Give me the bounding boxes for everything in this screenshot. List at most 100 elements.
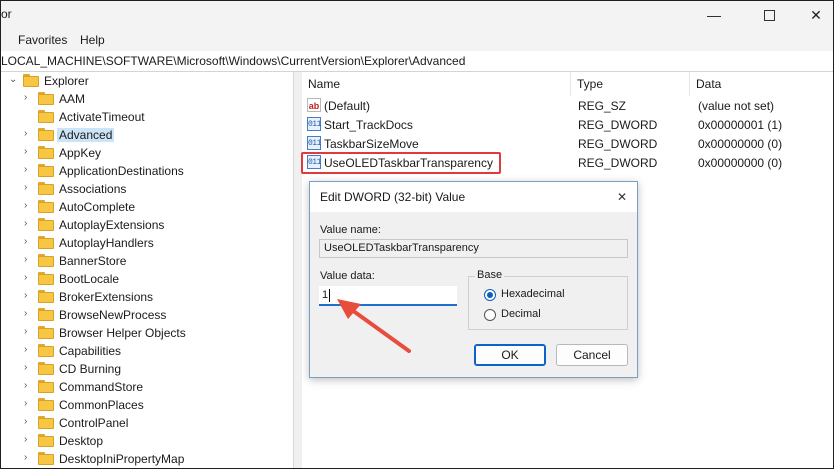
annotation-arrow-icon: [337, 299, 411, 353]
address-bar[interactable]: LOCAL_MACHINE\SOFTWARE\Microsoft\Windows…: [1, 51, 833, 72]
chevron-right-icon[interactable]: ›: [24, 236, 27, 247]
column-header-name[interactable]: Name: [302, 72, 571, 96]
highlight-box: [301, 152, 501, 174]
tree-label: AutoplayHandlers: [59, 236, 154, 250]
address-path: LOCAL_MACHINE\SOFTWARE\Microsoft\Windows…: [1, 54, 466, 68]
value-name-label: Value name:: [320, 224, 381, 236]
chevron-right-icon[interactable]: ›: [24, 146, 27, 157]
folder-icon: [38, 326, 54, 339]
menu-favorites[interactable]: Favorites: [18, 33, 67, 47]
value-data-text: 1: [322, 289, 329, 301]
tree-label: BootLocale: [59, 272, 120, 286]
chevron-right-icon[interactable]: ›: [24, 308, 27, 319]
decimal-label[interactable]: Decimal: [501, 308, 541, 320]
value-data: 0x00000000 (0): [698, 156, 783, 170]
registry-editor-window: or — ✕ Favorites Help LOCAL_MACHINE\SOFT…: [0, 0, 834, 469]
value-type: REG_DWORD: [578, 118, 658, 132]
tree-label: AutoComplete: [59, 200, 136, 214]
chevron-right-icon[interactable]: ›: [24, 380, 27, 391]
chevron-right-icon[interactable]: ›: [24, 290, 27, 301]
chevron-down-icon[interactable]: ⌄: [9, 74, 17, 85]
binary-value-icon: 011: [307, 136, 321, 150]
dialog-close-button[interactable]: ✕: [607, 182, 637, 212]
maximize-button[interactable]: [746, 1, 792, 29]
column-header-type[interactable]: Type: [571, 72, 690, 96]
value-data-label: Value data:: [320, 270, 375, 282]
chevron-right-icon[interactable]: ›: [24, 362, 27, 373]
value-row[interactable]: 011 Start_TrackDocs REG_DWORD 0x00000001…: [302, 116, 833, 134]
menu-bar: Favorites Help: [1, 29, 833, 51]
value-row[interactable]: ab (Default) REG_SZ (value not set): [302, 97, 833, 115]
folder-icon: [38, 92, 54, 105]
tree-label: Associations: [59, 182, 127, 196]
value-data: 0x00000000 (0): [698, 137, 783, 151]
folder-icon: [38, 236, 54, 249]
key-tree: ⌄ Explorer › AAM ActivateTimeout › Advance…: [1, 72, 293, 468]
value-type: REG_DWORD: [578, 137, 658, 151]
folder-icon: [38, 452, 54, 465]
hexadecimal-label[interactable]: Hexadecimal: [501, 288, 565, 300]
chevron-right-icon[interactable]: ›: [24, 164, 27, 175]
chevron-right-icon[interactable]: ›: [24, 416, 27, 427]
tree-label: ActivateTimeout: [59, 110, 145, 124]
window-title: or: [1, 7, 12, 21]
base-label: Base: [475, 269, 505, 281]
chevron-right-icon[interactable]: ›: [24, 272, 27, 283]
column-header-data[interactable]: Data: [690, 72, 833, 96]
folder-icon: [38, 110, 54, 123]
close-icon: ✕: [810, 6, 822, 23]
cancel-button[interactable]: Cancel: [556, 344, 628, 366]
folder-icon: [38, 254, 54, 267]
text-caret: [329, 288, 331, 302]
chevron-right-icon[interactable]: ›: [24, 200, 27, 211]
folder-icon: [38, 434, 54, 447]
chevron-right-icon[interactable]: ›: [24, 218, 27, 229]
string-value-icon: ab: [307, 98, 321, 112]
decimal-radio[interactable]: [484, 309, 496, 321]
chevron-right-icon[interactable]: ›: [24, 398, 27, 409]
tree-label: Browser Helper Objects: [59, 326, 186, 340]
folder-icon: [38, 398, 54, 411]
tree-label: CD Burning: [59, 362, 122, 376]
folder-icon: [38, 344, 54, 357]
value-type: REG_SZ: [578, 99, 627, 113]
folder-icon: [38, 272, 54, 285]
chevron-right-icon[interactable]: ›: [24, 128, 27, 139]
ok-button[interactable]: OK: [474, 344, 546, 366]
value-row[interactable]: 011 TaskbarSizeMove REG_DWORD 0x00000000…: [302, 135, 833, 153]
tree-label: AutoplayExtensions: [59, 218, 165, 232]
tree-label: CommandStore: [59, 380, 144, 394]
tree-label: Capabilities: [59, 344, 122, 358]
tree-label: BrokerExtensions: [59, 290, 154, 304]
value-name: TaskbarSizeMove: [324, 137, 419, 151]
chevron-right-icon[interactable]: ›: [24, 254, 27, 265]
chevron-right-icon[interactable]: ›: [24, 344, 27, 355]
chevron-right-icon[interactable]: ›: [24, 182, 27, 193]
folder-icon: [23, 74, 39, 87]
folder-icon: [38, 380, 54, 393]
binary-value-icon: 011: [307, 117, 321, 131]
menu-help[interactable]: Help: [80, 33, 105, 47]
folder-icon: [38, 218, 54, 231]
dialog-title-bar: Edit DWORD (32-bit) Value ✕: [310, 182, 637, 212]
hexadecimal-radio[interactable]: [484, 289, 496, 301]
minimize-icon: —: [707, 7, 721, 23]
close-icon: ✕: [617, 190, 628, 204]
tree-label: Explorer: [44, 74, 89, 88]
folder-icon: [38, 182, 54, 195]
close-button[interactable]: ✕: [793, 1, 833, 29]
folder-icon: [38, 200, 54, 213]
chevron-right-icon[interactable]: ›: [24, 92, 27, 103]
tree-label: AAM: [59, 92, 86, 106]
tree-label: Desktop: [59, 434, 104, 448]
folder-icon: [38, 362, 54, 375]
chevron-right-icon[interactable]: ›: [24, 326, 27, 337]
dialog-title: Edit DWORD (32-bit) Value: [320, 190, 466, 204]
maximize-icon: [763, 9, 775, 21]
chevron-right-icon[interactable]: ›: [24, 452, 27, 463]
chevron-right-icon[interactable]: ›: [24, 434, 27, 445]
minimize-button[interactable]: —: [691, 1, 737, 29]
value-name: (Default): [324, 99, 371, 113]
value-data: (value not set): [698, 99, 775, 113]
base-groupbox: [468, 276, 628, 330]
